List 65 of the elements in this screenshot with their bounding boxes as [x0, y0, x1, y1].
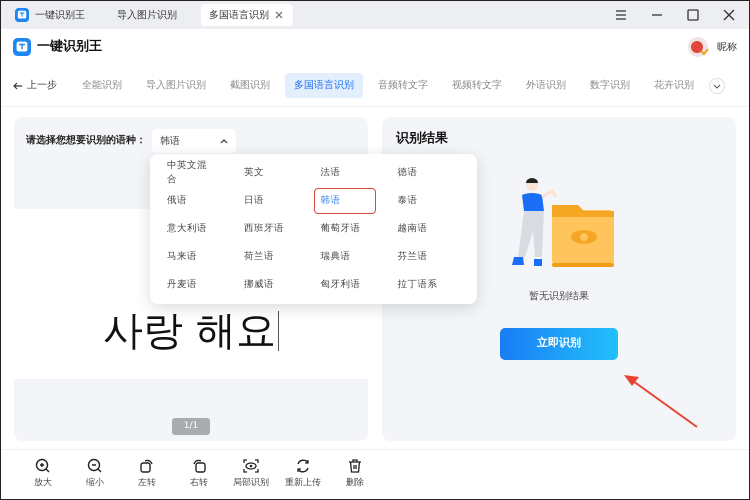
- nav-tab[interactable]: 数字识别: [581, 73, 639, 98]
- dropdown-option[interactable]: 意大利语: [160, 216, 223, 242]
- chevron-down-icon[interactable]: [709, 78, 725, 94]
- empty-message: 暂无识别结果: [529, 290, 589, 304]
- toolbar-button[interactable]: 删除: [333, 458, 377, 491]
- page-indicator: 1/1: [172, 418, 210, 435]
- select-label: 请选择您想要识别的语种：: [26, 134, 146, 148]
- menu-icon[interactable]: [615, 9, 627, 21]
- toolbar-button[interactable]: 放大: [21, 458, 65, 491]
- app-name: 一键识别王: [37, 38, 102, 56]
- back-link[interactable]: 上一步: [13, 78, 57, 93]
- user-name[interactable]: 昵称: [717, 40, 737, 54]
- nav-tab[interactable]: 截图识别: [221, 73, 279, 98]
- window-tab[interactable]: 导入图片识别: [109, 4, 185, 26]
- close-icon[interactable]: [723, 9, 735, 21]
- dropdown-option[interactable]: 丹麦语: [160, 272, 223, 298]
- toolbar-button[interactable]: 缩小: [73, 458, 117, 491]
- trash-icon: [347, 458, 363, 474]
- avatar-icon: [687, 36, 709, 58]
- dropdown-option[interactable]: 中英文混合: [160, 160, 223, 186]
- zoom-out-icon: [87, 458, 103, 474]
- nav-tab[interactable]: 导入图片识别: [137, 73, 215, 98]
- dropdown-option[interactable]: 荷兰语: [236, 244, 300, 270]
- rotate-right-icon: [191, 458, 207, 474]
- nav-tab[interactable]: 全能识别: [73, 73, 131, 98]
- toolbar-button[interactable]: 右转: [177, 458, 221, 491]
- nav-tab[interactable]: 外语识别: [517, 73, 575, 98]
- scan-icon: [243, 458, 259, 474]
- logo-icon: [13, 38, 31, 56]
- nav-tab[interactable]: 视频转文字: [443, 73, 511, 98]
- toolbar-button[interactable]: 局部识别: [229, 458, 273, 491]
- nav-tab[interactable]: 花卉识别: [645, 73, 703, 98]
- dropdown-option[interactable]: 俄语: [160, 188, 223, 214]
- nav-tab[interactable]: 音频转文字: [369, 73, 437, 98]
- dropdown-option[interactable]: 德语: [390, 160, 453, 186]
- window-tab[interactable]: 一键识别王: [7, 4, 93, 26]
- logo-icon: [15, 8, 29, 22]
- window-tab[interactable]: 多国语言识别: [201, 4, 293, 26]
- toolbar-button[interactable]: 重新上传: [281, 458, 325, 491]
- dropdown-option[interactable]: 匈牙利语: [314, 272, 376, 298]
- dropdown-option[interactable]: 西班牙语: [236, 216, 300, 242]
- handwritten-text: 사랑 해요: [103, 311, 279, 351]
- refresh-icon: [295, 458, 311, 474]
- caret-up-icon: [220, 138, 228, 144]
- dropdown-option[interactable]: 瑞典语: [314, 244, 376, 270]
- dropdown-option[interactable]: 芬兰语: [390, 244, 453, 270]
- dropdown-option[interactable]: 英文: [236, 160, 300, 186]
- dropdown-option[interactable]: 泰语: [390, 188, 453, 214]
- nav-tab[interactable]: 多国语言识别: [285, 73, 363, 98]
- zoom-in-icon: [35, 458, 51, 474]
- rotate-left-icon: [139, 458, 155, 474]
- dropdown-option[interactable]: 法语: [314, 160, 376, 186]
- back-arrow-icon: [13, 80, 23, 90]
- dropdown-option[interactable]: 日语: [236, 188, 300, 214]
- dropdown-option[interactable]: 葡萄牙语: [314, 216, 376, 242]
- maximize-icon[interactable]: [687, 9, 699, 21]
- dropdown-option[interactable]: 马来语: [160, 244, 223, 270]
- dropdown-option[interactable]: 越南语: [390, 216, 453, 242]
- result-title: 识别结果: [394, 130, 449, 148]
- toolbar-button[interactable]: 左转: [125, 458, 169, 491]
- close-icon[interactable]: [275, 11, 283, 19]
- dropdown-option[interactable]: 拉丁语系: [390, 272, 453, 298]
- language-select[interactable]: 韩语: [152, 129, 236, 153]
- dropdown-option[interactable]: 挪威语: [236, 272, 300, 298]
- dropdown-option[interactable]: 韩语: [314, 188, 376, 214]
